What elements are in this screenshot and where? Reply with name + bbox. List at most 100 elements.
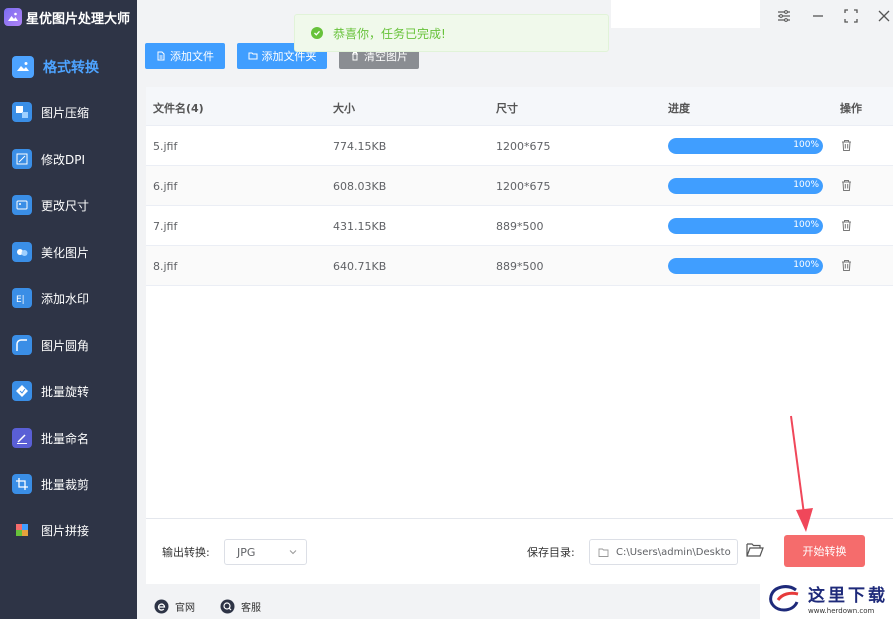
cell-dimensions: 1200*675 <box>496 140 551 153</box>
sidebar: 星优图片处理大师 格式转换图片压缩修改DPI 更改尺寸美化图片 E| 添加水印图片圆角… <box>0 0 137 619</box>
output-format-label: 输出转换: <box>162 546 210 559</box>
resize-icon <box>12 195 32 215</box>
rotate-icon <box>12 381 32 401</box>
sidebar-item-round-corner[interactable]: 图片圆角 <box>0 325 137 365</box>
save-path-value: C:\Users\admin\Deskto <box>616 546 731 558</box>
file-icon <box>156 51 166 61</box>
add-file-button[interactable]: 添加文件 <box>145 43 225 69</box>
table-row: 6.jfif 608.03KB 1200*675 100% <box>146 166 893 206</box>
save-dir-label: 保存目录: <box>527 546 575 559</box>
check-circle-icon <box>311 27 323 39</box>
output-format-value: JPG <box>237 545 256 559</box>
website-link[interactable]: 官网 <box>154 599 195 614</box>
rename-icon <box>12 428 32 448</box>
cell-size: 640.71KB <box>333 260 387 273</box>
success-toast: 恭喜你，任务已完成! <box>294 14 609 52</box>
header-progress: 进度 <box>668 102 690 115</box>
sidebar-item-label: 批量旋转 <box>41 384 90 399</box>
cell-filename: 6.jfif <box>153 180 178 193</box>
header-filename: 文件名(4) <box>153 102 204 115</box>
sidebar-item-label: 图片压缩 <box>41 105 90 120</box>
title-bar-blank <box>611 0 760 28</box>
main-area: 添加文件 添加文件夹 清空图片 恭喜你，任务已完成! 文件名(4) 大小 尺寸 … <box>137 0 893 619</box>
delete-icon[interactable] <box>840 219 853 232</box>
sidebar-item-watermark[interactable]: E| 添加水印 <box>0 278 137 318</box>
table-row: 7.jfif 431.15KB 889*500 100% <box>146 206 893 246</box>
output-format-select[interactable]: JPG <box>224 539 307 565</box>
add-file-label: 添加文件 <box>170 50 214 63</box>
table-row: 5.jfif 774.15KB 1200*675 100% <box>146 126 893 166</box>
watermark-cn: 这里下载 <box>808 585 888 606</box>
cell-size: 608.03KB <box>333 180 387 193</box>
table-row: 8.jfif 640.71KB 889*500 100% <box>146 246 893 286</box>
browser-e-icon <box>154 599 169 614</box>
sidebar-item-label: 修改DPI <box>41 152 86 167</box>
sidebar-item-puzzle[interactable]: 图片拼接 <box>0 510 137 550</box>
save-path-input[interactable]: C:\Users\admin\Deskto <box>589 539 738 565</box>
sidebar-item-crop[interactable]: 批量裁剪 <box>0 464 137 504</box>
progress-fill: 100% <box>668 258 823 274</box>
sidebar-item-dpi[interactable]: 修改DPI <box>0 139 137 179</box>
sidebar-item-compress[interactable]: 图片压缩 <box>0 92 137 132</box>
cell-filename: 7.jfif <box>153 220 178 233</box>
header-size: 大小 <box>333 102 355 115</box>
maximize-icon[interactable] <box>840 6 862 26</box>
progress-label: 100% <box>793 180 819 190</box>
sidebar-item-label: 图片拼接 <box>41 523 90 538</box>
sidebar-item-rotate[interactable]: 批量旋转 <box>0 371 137 411</box>
sidebar-item-rename[interactable]: 批量命名 <box>0 418 137 458</box>
dpi-icon <box>12 149 32 169</box>
sidebar-item-label: 批量裁剪 <box>41 477 90 492</box>
compress-icon <box>12 102 32 122</box>
sidebar-item-label: 批量命名 <box>41 431 90 446</box>
progress-fill: 100% <box>668 218 823 234</box>
watermark-en: www.herdown.com <box>808 606 875 615</box>
delete-icon[interactable] <box>840 259 853 272</box>
round-corner-icon <box>12 335 32 355</box>
trash-icon <box>350 51 360 61</box>
sidebar-item-label: 添加水印 <box>41 291 90 306</box>
sidebar-item-resize[interactable]: 更改尺寸 <box>0 185 137 225</box>
sidebar-item-image-convert[interactable]: 格式转换 <box>0 47 137 87</box>
header-dimensions: 尺寸 <box>496 102 518 115</box>
delete-icon[interactable] <box>840 139 853 152</box>
chevron-down-icon <box>288 547 298 557</box>
progress-bar: 100% <box>668 258 823 274</box>
image-convert-icon <box>12 56 34 78</box>
progress-fill: 100% <box>668 178 823 194</box>
toast-message: 恭喜你，任务已完成! <box>333 26 446 41</box>
sidebar-item-label: 美化图片 <box>41 245 90 260</box>
browse-folder-icon[interactable] <box>746 542 764 558</box>
table-header: 文件名(4) 大小 尺寸 进度 操作 <box>146 87 893 126</box>
sidebar-item-label: 更改尺寸 <box>41 198 90 213</box>
progress-label: 100% <box>793 220 819 230</box>
cell-filename: 8.jfif <box>153 260 178 273</box>
delete-icon[interactable] <box>840 179 853 192</box>
progress-label: 100% <box>793 260 819 270</box>
progress-label: 100% <box>793 140 819 150</box>
start-convert-button[interactable]: 开始转换 <box>784 535 865 567</box>
progress-bar: 100% <box>668 218 823 234</box>
sidebar-item-label: 图片圆角 <box>41 338 90 353</box>
folder-outline-icon <box>598 547 609 558</box>
support-chat-icon <box>220 599 235 614</box>
svg-text:E|: E| <box>16 295 25 305</box>
progress-bar: 100% <box>668 138 823 154</box>
cell-dimensions: 889*500 <box>496 220 544 233</box>
sidebar-item-beautify[interactable]: 美化图片 <box>0 232 137 272</box>
file-table: 文件名(4) 大小 尺寸 进度 操作 5.jfif 774.15KB 1200*67… <box>146 87 893 518</box>
close-icon[interactable] <box>873 6 893 26</box>
support-label: 客服 <box>241 603 261 614</box>
folder-icon <box>248 51 258 61</box>
crop-icon <box>12 474 32 494</box>
support-link[interactable]: 客服 <box>220 599 261 614</box>
minimize-icon[interactable] <box>807 6 829 26</box>
app-logo-icon <box>4 8 22 26</box>
watermark-icon: E| <box>12 288 32 308</box>
website-label: 官网 <box>175 603 195 614</box>
beautify-icon <box>12 242 32 262</box>
app-title: 星优图片处理大师 <box>26 11 131 27</box>
watermark-logo-icon <box>766 580 802 616</box>
cell-size: 774.15KB <box>333 140 387 153</box>
settings-icon[interactable] <box>773 6 795 26</box>
